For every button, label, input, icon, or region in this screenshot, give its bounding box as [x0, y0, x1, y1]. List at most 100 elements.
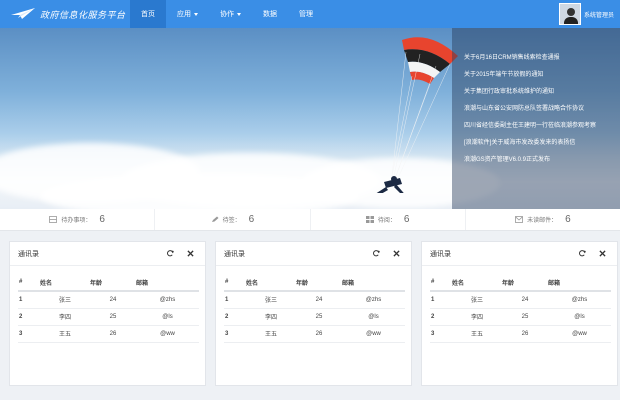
column-header: 邮箱	[136, 274, 199, 292]
stat-sign[interactable]: 待签： 6	[155, 209, 311, 230]
stats-bar: 待办事项： 6 待签： 6 待阅： 6 未读邮件： 6	[0, 209, 620, 231]
table-header-row: # 姓名 年龄 邮箱	[430, 274, 611, 292]
table-cell: 1	[430, 291, 452, 309]
table-cell: 张三	[40, 291, 90, 309]
table-row[interactable]: 2 李四 25 @ls	[18, 308, 199, 326]
table-row[interactable]: 1 张三 24 @zhs	[430, 291, 611, 309]
refresh-button[interactable]	[369, 247, 383, 261]
nav-label: 协作	[220, 11, 234, 18]
table-header-row: # 姓名 年龄 邮箱	[224, 274, 405, 292]
top-navbar: 政府信息化服务平台 首页 应用 协作 数据 管理 系统管理员	[0, 0, 620, 28]
column-header: 姓名	[246, 274, 296, 292]
table-row[interactable]: 3 王五 26 @ww	[430, 325, 611, 343]
close-button[interactable]	[183, 247, 197, 261]
nav-label: 应用	[177, 11, 191, 18]
close-button[interactable]	[595, 247, 609, 261]
stat-label: 待签：	[222, 218, 241, 224]
table-row[interactable]: 2 李四 25 @ls	[224, 308, 405, 326]
column-header: #	[18, 274, 40, 292]
card-title: 通讯录	[430, 250, 451, 258]
table-row[interactable]: 1 张三 24 @zhs	[18, 291, 199, 309]
news-item[interactable]: 浪潮与山东省公安网防总队签署战略合作协议	[452, 101, 620, 118]
table-cell: 2	[224, 308, 246, 326]
column-header: 邮箱	[548, 274, 611, 292]
table-cell: @ls	[342, 308, 405, 326]
table-cell: 张三	[246, 291, 296, 309]
refresh-button[interactable]	[163, 247, 177, 261]
news-list: 关于6月16日CRM销售线索检查通报 关于2015年端午节放假的通知 关于集团行…	[452, 28, 620, 169]
table-cell: 王五	[452, 325, 502, 343]
table-cell: 26	[502, 325, 548, 343]
table-cell: @ls	[548, 308, 611, 326]
column-header: 年龄	[502, 274, 548, 292]
news-item[interactable]: 关于集团行政审批系统维护的通知	[452, 84, 620, 101]
news-item[interactable]: 关于2015年端午节放假的通知	[452, 67, 620, 84]
mail-icon	[515, 216, 523, 223]
refresh-icon	[166, 250, 174, 257]
column-header: #	[430, 274, 452, 292]
table-cell: 26	[296, 325, 342, 343]
grid-icon	[365, 216, 374, 223]
table-cell: @zhs	[136, 291, 199, 309]
inbox-icon	[49, 216, 58, 223]
table-cell: 26	[90, 325, 136, 343]
stat-label: 待阅：	[377, 218, 396, 224]
user-menu[interactable]: 系统管理员	[558, 0, 614, 28]
contacts-card: 通讯录 # 姓名 年龄 邮箱 1 张三 24 @zhs 2 李四 25 @ls 3 王五 26 @…	[421, 241, 618, 386]
card-header: 通讯录	[216, 242, 411, 266]
refresh-icon	[578, 250, 586, 257]
table-cell: 24	[90, 291, 136, 309]
logo[interactable]: 政府信息化服务平台	[0, 0, 130, 28]
nav-label: 首页	[141, 11, 155, 18]
table-cell: @ww	[136, 325, 199, 343]
table-cell: 王五	[246, 325, 296, 343]
nav-item-collab[interactable]: 协作	[209, 0, 252, 28]
table-cell: @ww	[548, 325, 611, 343]
card-header: 通讯录	[10, 242, 205, 266]
table-cell: 1	[18, 291, 40, 309]
table-row[interactable]: 3 王五 26 @ww	[18, 325, 199, 343]
refresh-icon	[372, 250, 380, 257]
news-item[interactable]: 关于6月16日CRM销售线索检查通报	[452, 50, 620, 67]
pencil-icon	[211, 216, 219, 222]
table-row[interactable]: 3 王五 26 @ww	[224, 325, 405, 343]
close-button[interactable]	[389, 247, 403, 261]
nav-label: 数据	[263, 11, 277, 18]
contacts-table: # 姓名 年龄 邮箱 1 张三 24 @zhs 2 李四 25 @ls 3 王五 26 @ww	[18, 274, 199, 343]
table-cell: 张三	[452, 291, 502, 309]
column-header: 邮箱	[342, 274, 405, 292]
news-item[interactable]: 四川省经信委副主任王建明一行莅临浪潮参观考察	[452, 118, 620, 135]
contacts-card: 通讯录 # 姓名 年龄 邮箱 1 张三 24 @zhs 2 李四 25 @ls 3 王五 26 @…	[9, 241, 206, 386]
table-cell: 1	[224, 291, 246, 309]
table-cell: 25	[296, 308, 342, 326]
news-panel: 关于6月16日CRM销售线索检查通报 关于2015年端午节放假的通知 关于集团行…	[452, 28, 620, 209]
table-cell: 3	[18, 325, 40, 343]
card-title: 通讯录	[224, 250, 245, 258]
contacts-table: # 姓名 年龄 邮箱 1 张三 24 @zhs 2 李四 25 @ls 3 王五 26 @ww	[224, 274, 405, 343]
nav-item-apps[interactable]: 应用	[166, 0, 209, 28]
table-row[interactable]: 1 张三 24 @zhs	[224, 291, 405, 309]
table-cell: 25	[502, 308, 548, 326]
table-cell: 李四	[246, 308, 296, 326]
table-row[interactable]: 2 李四 25 @ls	[430, 308, 611, 326]
stat-label: 未读邮件：	[527, 218, 558, 224]
card-header: 通讯录	[422, 242, 617, 266]
stat-value: 6	[248, 214, 255, 225]
nav-label: 管理	[299, 11, 313, 18]
table-cell: @zhs	[342, 291, 405, 309]
column-header: 年龄	[90, 274, 136, 292]
nav-item-home[interactable]: 首页	[130, 0, 166, 28]
card-title: 通讯录	[18, 250, 39, 258]
stat-mail[interactable]: 未读邮件： 6	[466, 209, 620, 230]
stat-todo[interactable]: 待办事项： 6	[0, 209, 156, 230]
avatar	[558, 3, 581, 25]
nav-item-manage[interactable]: 管理	[288, 0, 324, 28]
stat-read[interactable]: 待阅： 6	[311, 209, 466, 230]
user-name: 系统管理员	[583, 12, 614, 19]
hero-banner: 关于6月16日CRM销售线索检查通报 关于2015年端午节放假的通知 关于集团行…	[0, 28, 620, 209]
news-item[interactable]: 浪潮GS资产管理V6.0.9正式发布	[452, 152, 620, 169]
refresh-button[interactable]	[575, 247, 589, 261]
news-item[interactable]: [浪潮软件]关于威海市发改委发来的表扬信	[452, 135, 620, 152]
table-cell: 24	[502, 291, 548, 309]
nav-item-data[interactable]: 数据	[252, 0, 288, 28]
